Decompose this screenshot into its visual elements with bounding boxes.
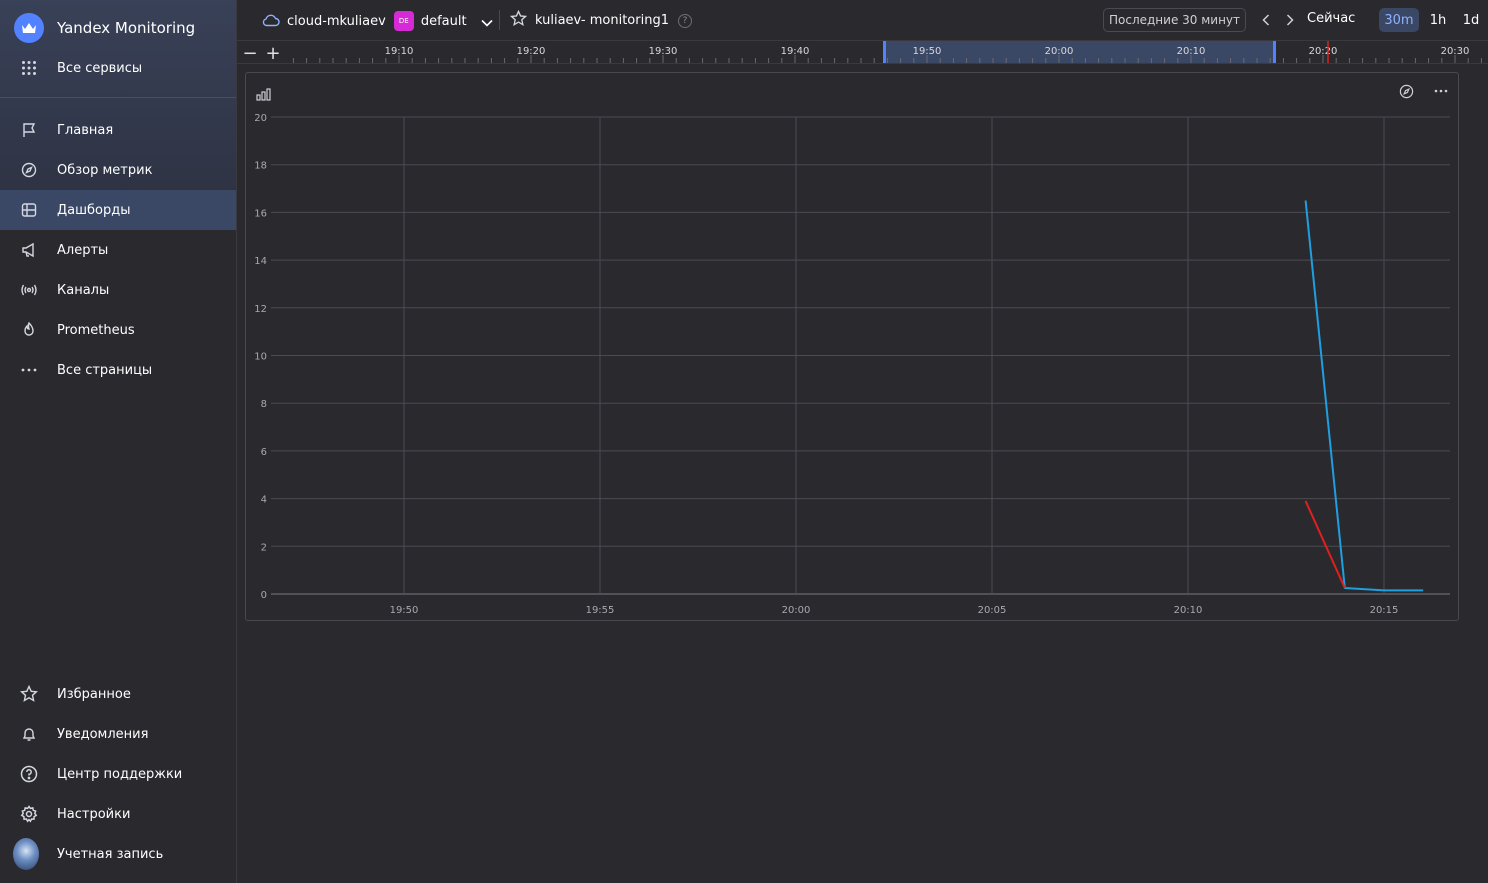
sidebar-item-label: Каналы — [57, 282, 110, 298]
x-tick-label: 20:00 — [782, 605, 811, 616]
cloud-icon — [262, 12, 280, 31]
chevron-right-icon[interactable] — [1282, 11, 1298, 29]
series-line-0[interactable] — [1304, 200, 1424, 592]
timeline[interactable]: − + 19:10 19:20 19:30 19:40 19:50 20:00 20:10 2… — [237, 40, 1488, 64]
star-icon — [19, 684, 39, 704]
y-tick-label: 4 — [261, 495, 267, 506]
sidebar-item-all-pages[interactable]: Все страницы — [0, 350, 236, 390]
sidebar-item-label: Избранное — [57, 686, 131, 702]
header-divider — [499, 10, 500, 30]
y-tick-label: 8 — [261, 399, 267, 410]
sidebar-item-account[interactable]: Учетная запись — [0, 834, 236, 874]
flag-icon — [19, 120, 39, 140]
sidebar-item-label: Алерты — [57, 242, 109, 258]
chevron-left-icon[interactable] — [1258, 11, 1274, 29]
timeline-tick-label: 20:30 — [1441, 46, 1470, 57]
sidebar-item-label: Все страницы — [57, 362, 153, 378]
x-tick-label: 20:10 — [1174, 605, 1203, 616]
y-tick-label: 18 — [254, 161, 267, 172]
sidebar-item-label: Центр поддержки — [57, 766, 183, 782]
y-tick-label: 16 — [254, 208, 267, 219]
timeline-ruler: 19:10 19:20 19:30 19:40 19:50 20:00 20:10 20:20… — [292, 41, 1482, 63]
line-chart: 0 2 4 6 8 10 12 14 16 18 20 19:50 19:55 20:00 20:05 20:… — [254, 113, 1450, 616]
all-services-label: Все сервисы — [57, 60, 143, 76]
x-tick-label: 20:15 — [1370, 605, 1399, 616]
sidebar-item-dashboards[interactable]: Дашборды — [0, 190, 236, 230]
y-tick-label: 0 — [261, 590, 267, 601]
all-services-button[interactable]: Все сервисы — [0, 48, 236, 88]
zoom-1d-button[interactable]: 1d — [1457, 8, 1485, 32]
logo[interactable]: Yandex Monitoring — [14, 12, 195, 44]
help-icon — [19, 764, 39, 784]
ellipsis-icon — [19, 360, 39, 380]
y-tick-label: 20 — [254, 113, 267, 124]
compass-icon — [19, 160, 39, 180]
zoom-1h-button[interactable]: 1h — [1424, 8, 1452, 32]
star-icon[interactable] — [509, 9, 528, 31]
sidebar: Yandex Monitoring Все сервисы Главная Об… — [0, 0, 237, 883]
logo-text: Yandex Monitoring — [57, 19, 196, 37]
sidebar-divider — [0, 97, 236, 98]
timeline-tick-label: 19:30 — [649, 46, 678, 57]
y-tick-label: 10 — [254, 352, 267, 363]
timeline-tick-label: 19:10 — [385, 46, 414, 57]
timeline-tick-label: 19:40 — [781, 46, 810, 57]
dashboard-icon — [19, 200, 39, 220]
header: cloud-mkuliaev DE default kuliaev- monit… — [237, 0, 1488, 40]
time-range-button[interactable]: Последние 30 минут — [1103, 8, 1246, 32]
sidebar-item-label: Главная — [57, 122, 114, 138]
y-tick-label: 2 — [261, 542, 267, 553]
timeline-tick-label: 20:10 — [1177, 46, 1206, 57]
sidebar-item-label: Обзор метрик — [57, 162, 153, 178]
gear-icon — [19, 804, 39, 824]
breadcrumb: cloud-mkuliaev DE default — [262, 11, 493, 31]
folder-badge: DE — [393, 11, 414, 31]
timeline-tick-label: 20:20 — [1309, 46, 1338, 57]
y-tick-label: 12 — [254, 304, 267, 315]
app-root: Yandex Monitoring Все сервисы Главная Об… — [0, 0, 1488, 883]
x-tick-label: 20:05 — [978, 605, 1007, 616]
y-tick-label: 14 — [254, 256, 267, 267]
sidebar-item-label: Учетная запись — [57, 846, 164, 862]
timeline-tick-label: 20:00 — [1045, 46, 1074, 57]
x-tick-label: 19:55 — [586, 605, 615, 616]
sidebar-item-home[interactable]: Главная — [0, 110, 236, 150]
help-icon[interactable]: ? — [677, 13, 692, 28]
dashboard-title-block: kuliaev- monitoring1 ? — [509, 9, 692, 31]
dashboard-title: kuliaev- monitoring1 — [535, 13, 669, 28]
crown-icon — [14, 13, 44, 43]
sidebar-item-label: Дашборды — [57, 202, 131, 218]
cloud-link[interactable]: cloud-mkuliaev — [287, 14, 386, 29]
sidebar-item-channels[interactable]: Каналы — [0, 270, 236, 310]
zoom-30m-button[interactable]: 30m — [1379, 8, 1419, 32]
folder-link[interactable]: default — [421, 14, 467, 29]
y-tick-label: 6 — [261, 447, 267, 458]
avatar — [13, 838, 39, 870]
now-button[interactable]: Сейчас — [1307, 11, 1355, 26]
megaphone-icon — [19, 240, 39, 260]
sidebar-item-support[interactable]: Центр поддержки — [0, 754, 236, 794]
sidebar-item-favorites[interactable]: Избранное — [0, 674, 236, 714]
chevron-down-icon[interactable] — [480, 12, 493, 31]
series-line-1[interactable] — [1304, 500, 1346, 589]
timeline-tick-label: 19:20 — [517, 46, 546, 57]
broadcast-icon — [19, 280, 39, 300]
chart-panel: 0 2 4 6 8 10 12 14 16 18 20 19:50 19:55 20:00 20:05 20:… — [245, 72, 1459, 621]
flame-icon — [19, 320, 39, 340]
sidebar-item-metrics[interactable]: Обзор метрик — [0, 150, 236, 190]
x-tick-label: 19:50 — [390, 605, 419, 616]
avatar-wrap — [13, 838, 39, 870]
grid-icon — [19, 58, 39, 78]
bell-icon — [19, 724, 39, 744]
sidebar-item-settings[interactable]: Настройки — [0, 794, 236, 834]
sidebar-item-label: Prometheus — [57, 322, 135, 338]
sidebar-item-alerts[interactable]: Алерты — [0, 230, 236, 270]
sidebar-item-label: Настройки — [57, 806, 131, 822]
sidebar-item-prometheus[interactable]: Prometheus — [0, 310, 236, 350]
sidebar-item-notifications[interactable]: Уведомления — [0, 714, 236, 754]
timeline-tick-label: 19:50 — [913, 46, 942, 57]
sidebar-item-label: Уведомления — [57, 726, 149, 742]
